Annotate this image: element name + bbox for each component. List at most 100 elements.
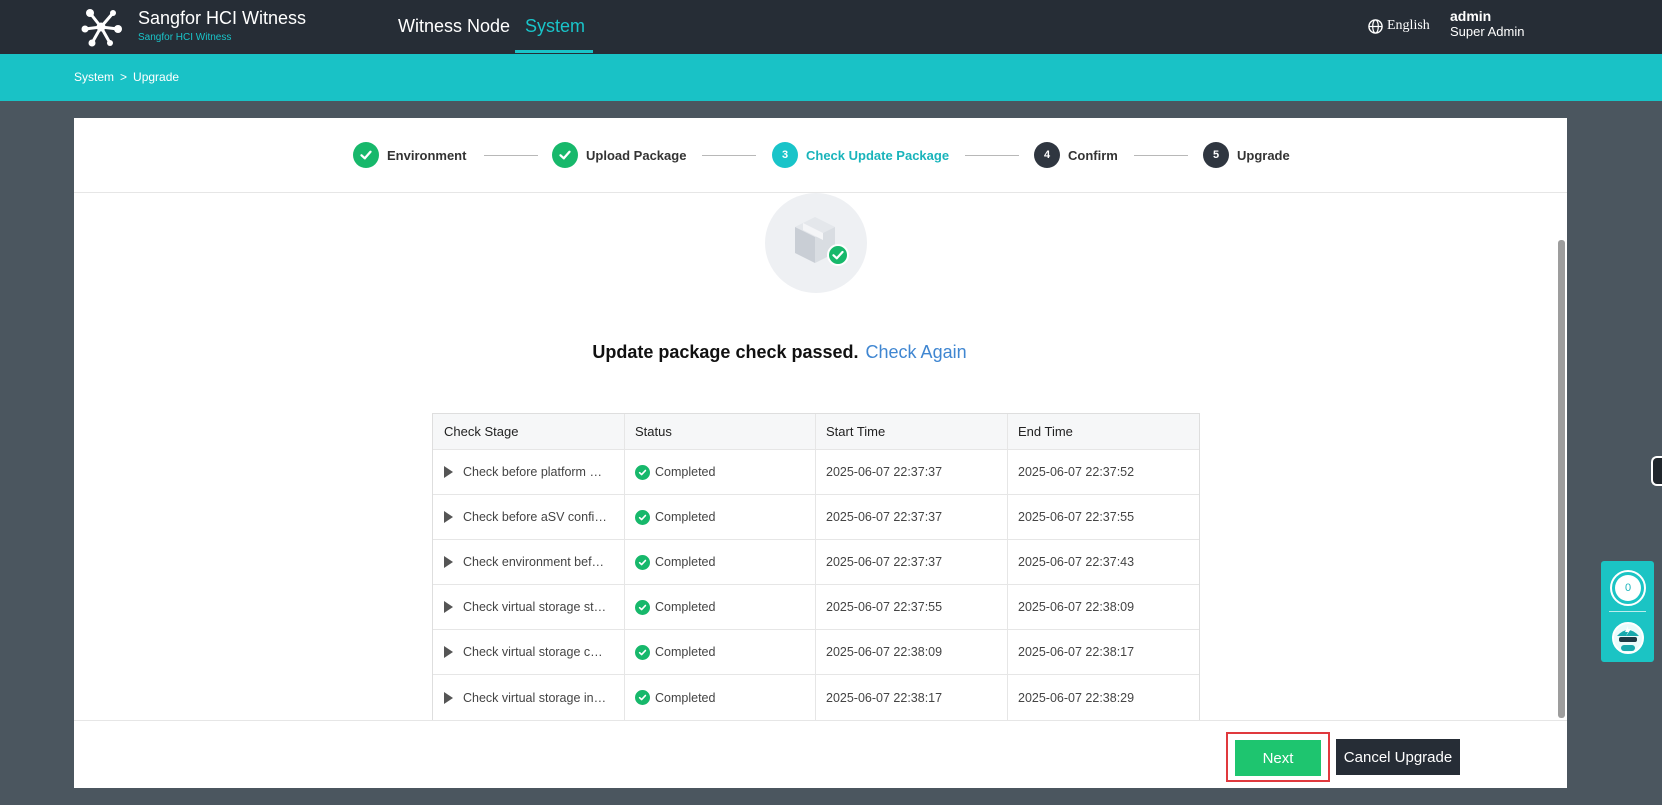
table-row[interactable]: Check virtual storage status Completed 2… <box>433 585 1199 630</box>
notification-badge[interactable]: 0 <box>1610 570 1646 606</box>
table-row[interactable]: Check before platform upgrade Completed … <box>433 450 1199 495</box>
step-connector <box>1134 155 1188 156</box>
row-end-time: 2025-06-07 22:37:52 <box>1018 465 1135 479</box>
row-status: Completed <box>655 645 716 659</box>
table-row[interactable]: Check environment before upgrade Complet… <box>433 540 1199 585</box>
scrollbar[interactable] <box>1558 240 1565 718</box>
step-connector <box>965 155 1019 156</box>
triangle-right-icon[interactable] <box>444 466 453 478</box>
row-stage: Check before platform upgrade <box>463 465 608 479</box>
check-result: Update package check passed. Check Again <box>74 342 1485 363</box>
header-end-time: End Time <box>1018 424 1073 439</box>
result-message: Update package check passed. <box>592 342 859 362</box>
next-button[interactable]: Next <box>1235 740 1321 776</box>
row-stage: Check before aSV configuration <box>463 510 608 524</box>
table-row[interactable]: Check virtual storage configuration Comp… <box>433 630 1199 675</box>
row-end-time: 2025-06-07 22:38:17 <box>1018 645 1135 659</box>
row-stage: Check virtual storage configuration <box>463 645 608 659</box>
table-row[interactable]: Check before aSV configuration Completed… <box>433 495 1199 540</box>
row-stage: Check virtual storage status <box>463 600 608 614</box>
check-circle-icon <box>353 142 379 168</box>
step-label: Confirm <box>1068 147 1118 163</box>
header-start-time: Start Time <box>816 414 1008 449</box>
row-stage: Check environment before upgrade <box>463 555 608 569</box>
breadcrumb-upgrade: Upgrade <box>133 70 180 84</box>
check-again-link[interactable]: Check Again <box>866 342 967 362</box>
row-status: Completed <box>655 465 716 479</box>
row-start-time: 2025-06-07 22:37:37 <box>816 495 1008 539</box>
breadcrumb: System > Upgrade <box>74 70 179 84</box>
step-number: 4 <box>1034 142 1060 168</box>
step-environment: Environment <box>353 142 466 168</box>
nav-system[interactable]: System <box>525 16 585 37</box>
step-label: Upgrade <box>1237 147 1290 163</box>
row-start-time: 2025-06-07 22:37:55 <box>816 585 1008 629</box>
language-label: English <box>1387 18 1430 33</box>
row-end-time: 2025-06-07 22:38:29 <box>1018 690 1135 705</box>
step-check-update-package: 3 Check Update Package <box>772 142 949 168</box>
step-upgrade: 5 Upgrade <box>1203 142 1290 168</box>
row-stage: Check virtual storage integrity <box>463 690 608 705</box>
step-connector <box>702 155 756 156</box>
breadcrumb-bar: System > Upgrade <box>0 54 1662 101</box>
check-circle-icon <box>635 509 650 525</box>
nav-active-indicator <box>515 50 593 53</box>
row-start-time: 2025-06-07 22:38:09 <box>816 630 1008 674</box>
package-box-icon <box>795 217 849 266</box>
row-status: Completed <box>655 555 716 569</box>
step-upload-package: Upload Package <box>552 142 686 168</box>
step-label: Environment <box>387 147 467 163</box>
check-stage-table: Check Stage Status Start Time End Time C… <box>432 413 1200 721</box>
table-row[interactable]: Check virtual storage integrity Complete… <box>433 675 1199 720</box>
triangle-right-icon[interactable] <box>444 646 453 658</box>
upgrade-steps: Environment Upload Package 3 Check Updat… <box>74 118 1567 193</box>
nav-witness-node[interactable]: Witness Node <box>398 16 510 37</box>
row-start-time: 2025-06-07 22:37:37 <box>816 540 1008 584</box>
assistant-widget[interactable]: 0 <box>1601 561 1654 662</box>
user-name[interactable]: admin <box>1450 8 1491 24</box>
row-end-time: 2025-06-07 22:37:55 <box>1018 510 1135 524</box>
robot-assistant-icon[interactable] <box>1609 618 1647 658</box>
step-number: 3 <box>772 142 798 168</box>
check-circle-icon <box>635 690 650 705</box>
cancel-upgrade-button[interactable]: Cancel Upgrade <box>1336 739 1460 775</box>
row-start-time: 2025-06-07 22:38:17 <box>816 675 1008 720</box>
step-label: Check Update Package <box>806 147 950 163</box>
package-status-illustration <box>765 193 867 293</box>
user-role: Super Admin <box>1450 24 1525 39</box>
triangle-right-icon[interactable] <box>444 691 453 704</box>
row-status: Completed <box>655 600 716 614</box>
app-title: Sangfor HCI Witness <box>138 8 307 28</box>
triangle-right-icon[interactable] <box>444 511 453 523</box>
notification-count: 0 <box>1615 575 1641 601</box>
breadcrumb-separator: > <box>120 70 128 84</box>
triangle-right-icon[interactable] <box>444 556 453 568</box>
widget-divider <box>1609 611 1646 612</box>
step-number: 5 <box>1203 142 1229 168</box>
top-bar: Sangfor HCI Witness Sangfor HCI Witness … <box>0 0 1662 54</box>
step-label: Upload Package <box>586 147 687 163</box>
breadcrumb-system[interactable]: System <box>74 70 114 84</box>
app-subtitle: Sangfor HCI Witness <box>138 32 232 43</box>
triangle-right-icon[interactable] <box>444 601 453 613</box>
table-header-row: Check Stage Status Start Time End Time <box>433 414 1199 450</box>
header-status: Status <box>625 414 816 449</box>
language-switch[interactable]: English <box>1368 18 1430 34</box>
sangfor-logo-icon <box>81 9 122 47</box>
globe-icon <box>1368 18 1383 34</box>
step-connector <box>484 155 538 156</box>
action-footer: Next Cancel Upgrade <box>74 720 1567 788</box>
row-end-time: 2025-06-07 22:38:09 <box>1018 600 1135 614</box>
check-circle-icon <box>635 464 650 480</box>
row-start-time: 2025-06-07 22:37:37 <box>816 450 1008 494</box>
step-confirm: 4 Confirm <box>1034 142 1118 168</box>
check-circle-icon <box>635 644 650 660</box>
row-status: Completed <box>655 510 716 524</box>
check-circle-icon <box>635 554 650 570</box>
side-panel-tab[interactable] <box>1651 456 1662 486</box>
row-status: Completed <box>655 690 716 705</box>
upgrade-card: Environment Upload Package 3 Check Updat… <box>74 118 1567 788</box>
row-end-time: 2025-06-07 22:37:43 <box>1018 555 1135 569</box>
header-check-stage: Check Stage <box>433 414 625 449</box>
check-circle-icon <box>635 599 650 615</box>
